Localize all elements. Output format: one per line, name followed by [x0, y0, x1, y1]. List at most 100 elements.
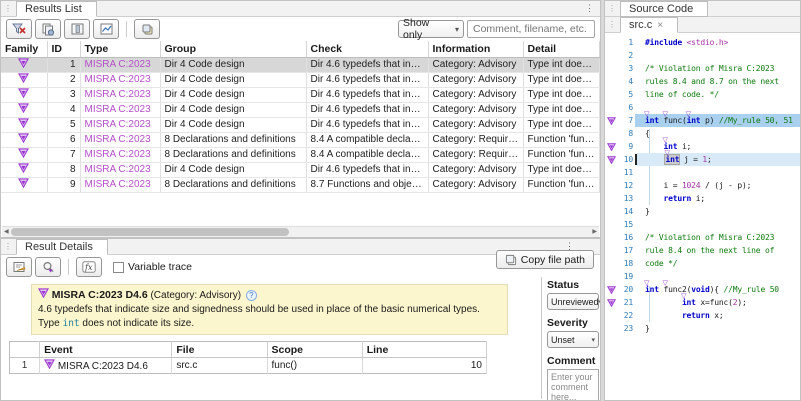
code-line[interactable]: 1#include <stdio.h>	[605, 36, 800, 49]
code-text[interactable]: return x;	[635, 309, 800, 322]
gutter-marker[interactable]	[605, 140, 617, 153]
code-line[interactable]: 14}	[605, 205, 800, 218]
variable-trace-toggle[interactable]: Variable trace	[113, 261, 192, 273]
code-line[interactable]: 15	[605, 218, 800, 231]
code-text[interactable]: {	[635, 127, 800, 140]
code-text[interactable]: int i;	[635, 140, 800, 153]
code-line[interactable]: 12 i = 1024 / (j - p);	[605, 179, 800, 192]
code-text[interactable]: }	[635, 205, 800, 218]
code-line[interactable]: 22 return x;	[605, 309, 800, 322]
comment-textarea[interactable]	[547, 369, 599, 401]
code-area[interactable]: 1#include <stdio.h>23/* Violation of Mis…	[605, 33, 800, 335]
col-family[interactable]: Family	[1, 41, 47, 57]
code-text[interactable]: #include <stdio.h>	[635, 36, 800, 49]
layout-button[interactable]	[64, 19, 90, 39]
code-text[interactable]: int x=func(2);	[635, 296, 800, 309]
close-icon[interactable]: ×	[657, 20, 663, 31]
gutter-marker[interactable]	[605, 153, 617, 166]
tab-src-c[interactable]: src.c×	[620, 17, 678, 33]
copy-view-button[interactable]	[134, 19, 160, 39]
scrollbar-thumb[interactable]	[11, 228, 289, 236]
status-dropdown[interactable]: Unreviewed ▾	[547, 293, 599, 310]
result-row[interactable]: 3MISRA C:2023Dir 4 Code designDir 4.6 ty…	[1, 87, 599, 102]
code-text[interactable]	[635, 270, 800, 283]
code-text[interactable]	[635, 218, 800, 231]
code-line[interactable]: 9 int i;	[605, 140, 800, 153]
open-review-button[interactable]	[6, 257, 32, 277]
scroll-left-icon[interactable]: ◀	[4, 228, 9, 235]
variable-access-button[interactable]: fx	[76, 257, 102, 277]
code-text[interactable]	[635, 166, 800, 179]
code-line[interactable]: 11	[605, 166, 800, 179]
code-line[interactable]: 20int func2(void){ //My_rule 50	[605, 283, 800, 296]
panel-drag-handle-icon[interactable]: ⋮	[605, 18, 620, 32]
code-line[interactable]: 5line of code. */	[605, 88, 800, 101]
result-row[interactable]: 6MISRA C:20238 Declarations and definiti…	[1, 132, 599, 147]
code-line[interactable]: 19	[605, 270, 800, 283]
gutter-marker[interactable]	[605, 283, 617, 296]
code-text[interactable]: code */	[635, 257, 800, 270]
code-text[interactable]: i = 1024 / (j - p);	[635, 179, 800, 192]
overflow-menu-icon[interactable]: ⋮	[585, 3, 594, 14]
severity-dropdown[interactable]: Unset ▾	[547, 331, 599, 348]
col-information[interactable]: Information	[428, 41, 523, 57]
code-text[interactable]: }	[635, 322, 800, 335]
generate-report-button[interactable]	[35, 19, 61, 39]
help-icon[interactable]: ?	[246, 290, 257, 301]
code-text[interactable]: /* Violation of Misra C:2023	[635, 62, 800, 75]
result-row[interactable]: 5MISRA C:2023Dir 4 Code designDir 4.6 ty…	[1, 117, 599, 132]
panel-drag-handle-icon[interactable]: ⋮	[1, 2, 16, 16]
result-row[interactable]: 1MISRA C:2023Dir 4 Code designDir 4.6 ty…	[1, 57, 599, 72]
results-table-header[interactable]: Family ID Type Group Check Information D…	[1, 41, 599, 57]
code-line[interactable]: 18code */	[605, 257, 800, 270]
clear-filter-button[interactable]	[6, 19, 32, 39]
scroll-right-icon[interactable]: ▶	[592, 228, 597, 235]
code-text[interactable]: int func2(void){ //My_rule 50	[635, 283, 800, 296]
results-search-input[interactable]	[467, 20, 595, 38]
code-text[interactable]: /* Violation of Misra C:2023	[635, 231, 800, 244]
col-id[interactable]: ID	[47, 41, 80, 57]
results-horizontal-scrollbar[interactable]: ◀ ▶	[2, 226, 599, 237]
code-line[interactable]: 16/* Violation of Misra C:2023	[605, 231, 800, 244]
tab-results-list[interactable]: Results List	[16, 1, 97, 17]
gutter-marker[interactable]	[605, 114, 617, 127]
result-row[interactable]: 8MISRA C:2023Dir 4 Code designDir 4.6 ty…	[1, 162, 599, 177]
code-text[interactable]	[635, 49, 800, 62]
gutter-marker[interactable]	[605, 296, 617, 309]
col-group[interactable]: Group	[160, 41, 306, 57]
graph-button[interactable]	[93, 19, 119, 39]
col-detail[interactable]: Detail	[523, 41, 599, 57]
code-line[interactable]: 7int func(int p) //My_rule 50, 51	[605, 114, 800, 127]
code-line[interactable]: 10 int j = 1;	[605, 153, 800, 166]
copy-file-path-button[interactable]: Copy file path	[496, 250, 594, 269]
code-line[interactable]: 23}	[605, 322, 800, 335]
col-type[interactable]: Type	[80, 41, 160, 57]
code-text[interactable]: int func(int p) //My_rule 50, 51	[635, 114, 800, 127]
code-line[interactable]: 8{	[605, 127, 800, 140]
variable-trace-checkbox[interactable]	[113, 262, 124, 273]
panel-drag-handle-icon[interactable]: ⋮	[605, 2, 620, 16]
code-text[interactable]: rules 8.4 and 8.7 on the next	[635, 75, 800, 88]
code-text[interactable]: rule 8.4 on the next line of	[635, 244, 800, 257]
code-line[interactable]: 13 return i;	[605, 192, 800, 205]
code-text[interactable]	[635, 101, 800, 114]
col-check[interactable]: Check	[306, 41, 428, 57]
tab-result-details[interactable]: Result Details	[16, 239, 108, 255]
code-line[interactable]: 21 int x=func(2);	[605, 296, 800, 309]
result-row[interactable]: 9MISRA C:20238 Declarations and definiti…	[1, 177, 599, 192]
result-row[interactable]: 4MISRA C:2023Dir 4 Code designDir 4.6 ty…	[1, 102, 599, 117]
code-line[interactable]: 2	[605, 49, 800, 62]
panel-drag-handle-icon[interactable]: ⋮	[1, 240, 16, 254]
code-line[interactable]: 17rule 8.4 on the next line of	[605, 244, 800, 257]
result-row[interactable]: 2MISRA C:2023Dir 4 Code designDir 4.6 ty…	[1, 72, 599, 87]
show-only-dropdown[interactable]: Show only ▾	[398, 20, 464, 38]
code-text[interactable]: int j = 1;	[637, 153, 800, 166]
code-line[interactable]: 4rules 8.4 and 8.7 on the next	[605, 75, 800, 88]
code-text[interactable]: return i;	[635, 192, 800, 205]
code-line[interactable]: 3/* Violation of Misra C:2023	[605, 62, 800, 75]
code-line[interactable]: 6	[605, 101, 800, 114]
result-row[interactable]: 7MISRA C:20238 Declarations and definiti…	[1, 147, 599, 162]
show-in-results-button[interactable]	[35, 257, 61, 277]
code-text[interactable]: line of code. */	[635, 88, 800, 101]
event-row[interactable]: 1 MISRA C:2023 D4.6 src.c func() 10	[10, 358, 487, 374]
